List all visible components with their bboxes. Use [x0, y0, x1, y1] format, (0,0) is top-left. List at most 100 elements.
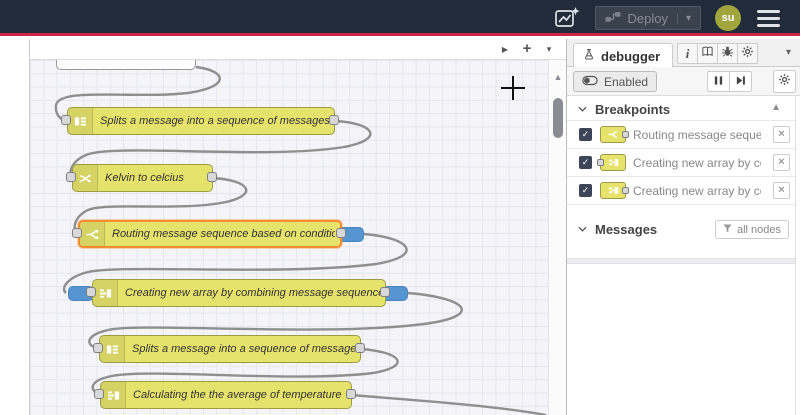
node-port[interactable] [86, 287, 96, 297]
node-port[interactable] [380, 287, 390, 297]
flow-node[interactable]: Kelvin to celcius [72, 164, 213, 192]
breakpoint-row[interactable]: ✓ Routing message sequence ba × [567, 120, 795, 148]
node-label: Splits a message into a sequence of mess… [100, 115, 329, 127]
bug-icon [721, 45, 734, 63]
header-bar: Deploy ▾ su [0, 0, 800, 36]
breakpoints-title: Breakpoints [595, 101, 671, 117]
deploy-label: Deploy [627, 10, 668, 26]
node-port[interactable] [66, 172, 76, 182]
mini-node-port [622, 131, 629, 138]
tab-help-button[interactable] [697, 43, 718, 64]
split-icon [68, 108, 93, 134]
tab-debug-button[interactable] [717, 43, 738, 64]
divider [567, 258, 795, 264]
sidebar-tab-menu-icon[interactable]: ▾ [786, 47, 791, 58]
debugger-toolbar: Enabled [567, 67, 800, 96]
flow-node[interactable]: Calculating the the average of temperatu… [100, 381, 352, 409]
node-port[interactable] [336, 228, 346, 238]
breakpoints-section-header[interactable]: Breakpoints ▲ [567, 98, 795, 120]
breakpoint-checkbox[interactable]: ✓ [579, 156, 592, 169]
flow-preview-icon[interactable] [554, 6, 581, 31]
node-red-app: Deploy ▾ su Splits a message into a sequ… [0, 0, 800, 415]
join-icon [93, 280, 118, 306]
sidebar-tabbar: debugger i ▾ [567, 39, 800, 68]
remove-breakpoint-button[interactable]: × [773, 126, 790, 143]
node-port[interactable] [93, 343, 103, 353]
breakpoints-scroll-up-icon[interactable]: ▲ [771, 102, 781, 113]
sidebar-scroll-gutter[interactable] [795, 96, 800, 415]
pause-icon [713, 73, 724, 91]
node-port[interactable] [61, 115, 71, 125]
node-port[interactable] [355, 343, 365, 353]
debugger-enabled-toggle[interactable]: Enabled [573, 71, 658, 92]
filter-label: all nodes [736, 223, 781, 236]
tab-debugger-label: debugger [601, 48, 661, 64]
flow-node[interactable]: Splits a message into a sequence of mess… [99, 335, 361, 363]
remove-breakpoint-button[interactable]: × [773, 182, 790, 199]
node-port[interactable] [207, 172, 217, 182]
canvas-scrollbar[interactable]: ▲ [548, 60, 566, 415]
breakpoint-checkbox[interactable]: ✓ [579, 184, 592, 197]
switch-icon [80, 222, 105, 246]
divider [567, 204, 795, 205]
remove-breakpoint-button[interactable]: × [773, 154, 790, 171]
step-button[interactable] [729, 71, 752, 92]
sidebar: debugger i ▾ Enabled Breakpoints ▲ ✓ Rou… [566, 39, 800, 415]
flow-node[interactable]: Creating new array by combining message … [92, 279, 386, 307]
mini-node-port [622, 187, 629, 194]
breakpoint-label: Routing message sequence ba [633, 127, 761, 142]
flask-icon [583, 48, 595, 64]
flow-canvas[interactable]: Splits a message into a sequence of mess… [30, 39, 548, 415]
main-menu-icon[interactable] [755, 6, 782, 31]
flow-list-icon[interactable]: ▾ [538, 44, 560, 55]
tab-debugger[interactable]: debugger [573, 43, 673, 68]
node-label: Creating new array by combining message … [125, 287, 380, 299]
tab-info-button[interactable]: i [677, 43, 698, 64]
enabled-label: Enabled [604, 74, 649, 89]
funnel-icon [723, 223, 732, 236]
add-flow-button[interactable]: + [516, 40, 538, 57]
deploy-button[interactable]: Deploy ▾ [594, 6, 701, 30]
message-filter-button[interactable]: all nodes [714, 220, 789, 239]
breakpoint-label: Creating new array by combinin [633, 183, 761, 198]
node-port[interactable] [94, 389, 104, 399]
deploy-icon [605, 11, 621, 26]
messages-section-header[interactable]: Messages all nodes [567, 218, 795, 240]
node-port[interactable] [72, 228, 82, 238]
gear-icon [778, 73, 791, 91]
tab-config-button[interactable] [737, 43, 758, 64]
flow-tab-strip: ▶ + ▾ [30, 39, 566, 60]
mini-node-icon [600, 182, 629, 199]
node-port[interactable] [329, 115, 339, 125]
canvas-scrollbar-thumb[interactable] [553, 98, 563, 138]
pause-button[interactable] [707, 71, 730, 92]
node-label: Kelvin to celcius [105, 172, 184, 184]
node-port[interactable] [346, 389, 356, 399]
breakpoint-checkbox[interactable]: ✓ [579, 128, 592, 141]
crosshair-cursor [501, 76, 525, 100]
chevron-down-icon [578, 226, 587, 232]
node-label: Routing message sequence based on condit… [112, 228, 335, 240]
step-icon [735, 73, 746, 91]
debugger-panel: Breakpoints ▲ ✓ Routing message sequence… [567, 96, 800, 415]
breakpoint-row[interactable]: ✓ Creating new array by combinin × [567, 176, 795, 204]
scroll-up-icon[interactable]: ▲ [549, 72, 567, 82]
node-label: Calculating the the average of temperatu… [133, 389, 342, 401]
deploy-menu-caret[interactable]: ▾ [676, 12, 691, 24]
expand-tabs-icon[interactable]: ▶ [494, 45, 516, 54]
mini-node-port [597, 159, 604, 166]
flow-node[interactable]: Splits a message into a sequence of mess… [67, 107, 335, 135]
debugger-settings-button[interactable] [773, 70, 796, 93]
split-icon [100, 336, 125, 362]
breakpoint-label: Creating new array by combinin [633, 155, 761, 170]
avatar[interactable]: su [715, 5, 741, 31]
node-label: Splits a message into a sequence of mess… [132, 343, 355, 355]
flow-node[interactable]: Routing message sequence based on condit… [78, 220, 342, 248]
join-icon [101, 382, 126, 408]
mini-node-icon [600, 126, 629, 143]
book-icon [701, 45, 714, 63]
flow-wire[interactable] [351, 393, 547, 415]
toggle-icon [582, 75, 598, 89]
mini-node-icon [597, 154, 626, 171]
breakpoint-row[interactable]: ✓ Creating new array by combinin × [567, 148, 795, 176]
